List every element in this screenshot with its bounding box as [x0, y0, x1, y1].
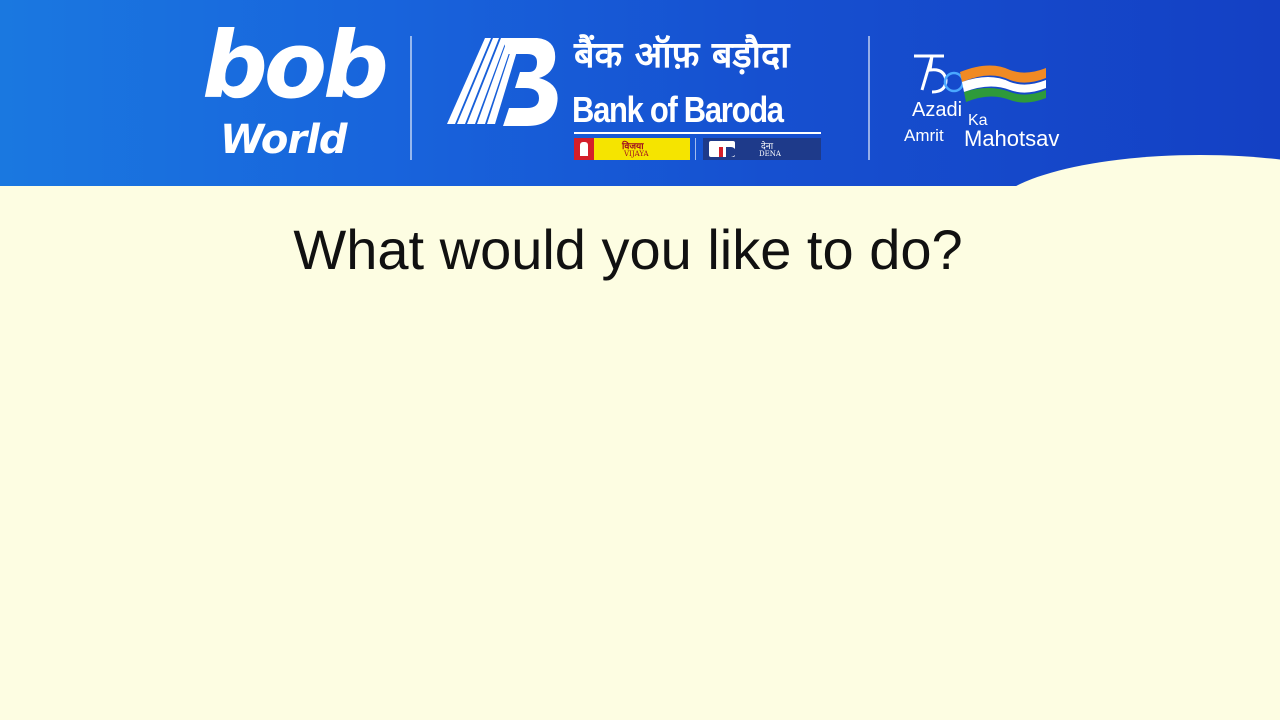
vijaya-red-block — [574, 138, 594, 160]
azadi-label: Azadi — [912, 99, 963, 121]
mahotsav-label: Mahotsav — [964, 126, 1060, 151]
dena-badge: देना DENA — [703, 138, 821, 160]
vijaya-mark-icon — [580, 142, 588, 156]
bank-name-underline — [574, 132, 821, 134]
bob-world-logo-subtitle: World — [220, 117, 347, 163]
header-divider-2 — [868, 36, 870, 160]
header-banner: bob World बैंक ऑफ़ बड़ौदा Bank of Baroda… — [0, 0, 1280, 186]
header-divider — [410, 36, 412, 160]
header-curve — [990, 155, 1280, 186]
bob-world-logo: bob World — [200, 20, 390, 168]
bank-name: Bank of Baroda — [572, 89, 784, 130]
bank-name-hindi: बैंक ऑफ़ बड़ौदा — [574, 35, 790, 76]
badge-divider — [695, 138, 696, 160]
bank-of-baroda-sunburst-icon — [447, 38, 558, 126]
vijaya-english: VIJAYA — [624, 150, 649, 158]
dena-mark-icon — [709, 141, 736, 157]
page-title: What would you like to do? — [293, 218, 963, 281]
dena-english: DENA — [759, 150, 781, 158]
amrit-label: Amrit — [904, 126, 944, 145]
bob-world-logo-word: bob — [202, 12, 389, 119]
vijaya-badge: विजया VIJAYA — [574, 138, 690, 160]
